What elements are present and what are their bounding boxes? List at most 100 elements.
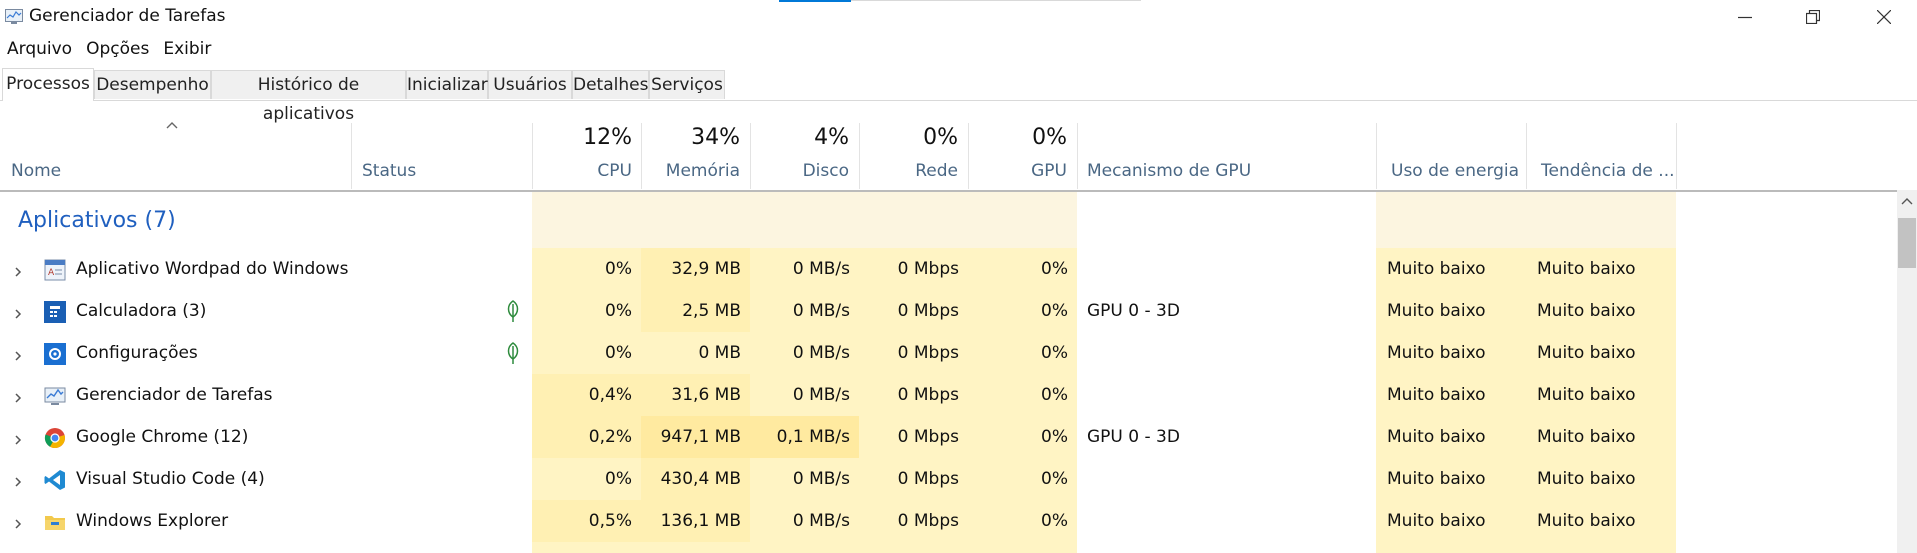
tab-strip: Processos Desempenho Histórico de aplica… [0, 68, 1917, 124]
expand-chevron-icon[interactable] [13, 431, 23, 450]
process-name: Gerenciador de Tarefas [76, 385, 273, 405]
expand-chevron-icon[interactable] [13, 473, 23, 492]
process-row[interactable]: Configurações 0% 0 MB 0 MB/s 0 Mbps 0% Muito b… [0, 332, 1900, 374]
title-accent-bar [779, 0, 851, 2]
process-row[interactable]: Google Chrome (12) 0,2% 947,1 MB 0,1 MB/s 0 … [0, 416, 1900, 458]
sort-ascending-icon[interactable] [165, 120, 179, 130]
process-row[interactable]: Gerenciador de Tarefas 0,4% 31,6 MB 0 MB/s 0… [0, 374, 1900, 416]
tab-historico-aplicativos[interactable]: Histórico de aplicativos [211, 70, 406, 124]
gpu-engine-value: GPU 0 - 3D [1087, 427, 1180, 447]
cpu-value: 0,4% [588, 385, 632, 405]
disk-value: 0 MB/s [792, 343, 850, 363]
network-value: 0 Mbps [897, 259, 959, 279]
header-memory-pct[interactable]: 34% [641, 125, 740, 150]
process-row[interactable]: Visual Studio Code (4) 0% 430,4 MB 0 MB/s 0 … [0, 458, 1900, 500]
gpu-engine-value: GPU 0 - 3D [1087, 301, 1180, 321]
power-trend-value: Muito baixo [1537, 259, 1636, 279]
header-cpu[interactable]: CPU [532, 161, 632, 181]
expand-chevron-icon[interactable] [13, 347, 23, 366]
process-name: Windows Explorer [76, 511, 229, 531]
gpu-value: 0% [1041, 511, 1068, 531]
header-disk[interactable]: Disco [750, 161, 849, 181]
gpu-value: 0% [1041, 301, 1068, 321]
vscode-icon [44, 469, 66, 491]
expand-chevron-icon[interactable] [13, 515, 23, 534]
network-value: 0 Mbps [897, 469, 959, 489]
restore-icon [1806, 10, 1820, 24]
suspended-leaf-icon [506, 341, 520, 369]
scroll-up-arrow-icon[interactable] [1900, 196, 1914, 206]
network-value: 0 Mbps [897, 385, 959, 405]
header-gpu[interactable]: GPU [968, 161, 1067, 181]
menu-arquivo[interactable]: Arquivo [0, 36, 79, 62]
cpu-value: 0% [605, 259, 632, 279]
tab-inicializar[interactable]: Inicializar [406, 70, 488, 99]
wordpad-icon: A [44, 259, 66, 281]
tab-desempenho[interactable]: Desempenho [94, 70, 211, 99]
cpu-value: 0% [605, 469, 632, 489]
header-power-usage[interactable]: Uso de energia [1391, 161, 1519, 181]
network-value: 0 Mbps [897, 427, 959, 447]
power-trend-value: Muito baixo [1537, 469, 1636, 489]
menu-opcoes[interactable]: Opções [79, 36, 156, 62]
close-icon [1877, 10, 1891, 24]
process-row[interactable]: A Aplicativo Wordpad do Windows 0% 32,9 MB 0… [0, 248, 1900, 290]
power-usage-value: Muito baixo [1387, 511, 1486, 531]
process-name: Calculadora (3) [76, 301, 207, 321]
header-status[interactable]: Status [362, 161, 416, 181]
menu-exibir[interactable]: Exibir [156, 36, 218, 62]
expand-chevron-icon[interactable] [13, 389, 23, 408]
process-name: Configurações [76, 343, 198, 363]
tab-detalhes[interactable]: Detalhes [572, 70, 649, 99]
power-trend-value: Muito baixo [1537, 511, 1636, 531]
memory-column-bg-group [641, 192, 750, 248]
network-value: 0 Mbps [897, 301, 959, 321]
header-cpu-pct[interactable]: 12% [532, 125, 632, 150]
disk-column-bg-group [750, 192, 859, 248]
power-trend-value: Muito baixo [1537, 301, 1636, 321]
group-aplicativos[interactable]: Aplicativos (7) [18, 208, 176, 233]
process-name: Google Chrome (12) [76, 427, 249, 447]
tab-processos[interactable]: Processos [2, 68, 94, 101]
disk-value: 0,1 MB/s [776, 427, 850, 447]
minimize-button[interactable] [1709, 0, 1781, 34]
restore-button[interactable] [1777, 0, 1849, 34]
power-usage-value: Muito baixo [1387, 469, 1486, 489]
header-power-trend[interactable]: Tendência de ... [1541, 161, 1675, 181]
tab-servicos[interactable]: Serviços [649, 70, 725, 99]
gpu-column-bg-group [968, 192, 1077, 248]
header-network-pct[interactable]: 0% [859, 125, 958, 150]
gpu-value: 0% [1041, 427, 1068, 447]
close-button[interactable] [1848, 0, 1917, 34]
network-column-bg-group [859, 192, 968, 248]
memory-value: 32,9 MB [671, 259, 741, 279]
suspended-leaf-icon [506, 299, 520, 327]
header-network[interactable]: Rede [859, 161, 958, 181]
header-gpu-pct[interactable]: 0% [968, 125, 1067, 150]
process-name: Visual Studio Code (4) [76, 469, 265, 489]
cpu-value: 0,2% [588, 427, 632, 447]
expand-chevron-icon[interactable] [13, 305, 23, 324]
gpu-value: 0% [1041, 385, 1068, 405]
process-row[interactable]: Windows Explorer 0,5% 136,1 MB 0 MB/s 0 Mbps… [0, 500, 1900, 542]
title-bar: Gerenciador de Tarefas [0, 0, 1917, 34]
header-gpu-engine[interactable]: Mecanismo de GPU [1087, 161, 1251, 181]
disk-value: 0 MB/s [792, 259, 850, 279]
svg-text:A: A [48, 268, 55, 278]
tab-usuarios[interactable]: Usuários [488, 70, 572, 99]
memory-value: 31,6 MB [671, 385, 741, 405]
memory-value: 947,1 MB [660, 427, 741, 447]
gpu-value: 0% [1041, 343, 1068, 363]
header-disk-pct[interactable]: 4% [750, 125, 849, 150]
header-nome[interactable]: Nome [11, 161, 61, 181]
process-row[interactable]: Calculadora (3) 0% 2,5 MB 0 MB/s 0 Mbps 0% GPU… [0, 290, 1900, 332]
header-memory[interactable]: Memória [641, 161, 740, 181]
disk-value: 0 MB/s [792, 301, 850, 321]
file-explorer-icon [44, 511, 66, 533]
process-name: Aplicativo Wordpad do Windows [76, 259, 349, 279]
expand-chevron-icon[interactable] [13, 263, 23, 282]
scrollbar-thumb[interactable] [1898, 218, 1916, 268]
memory-value: 136,1 MB [660, 511, 741, 531]
power-trend-value: Muito baixo [1537, 385, 1636, 405]
cpu-column-bg-group [532, 192, 641, 248]
